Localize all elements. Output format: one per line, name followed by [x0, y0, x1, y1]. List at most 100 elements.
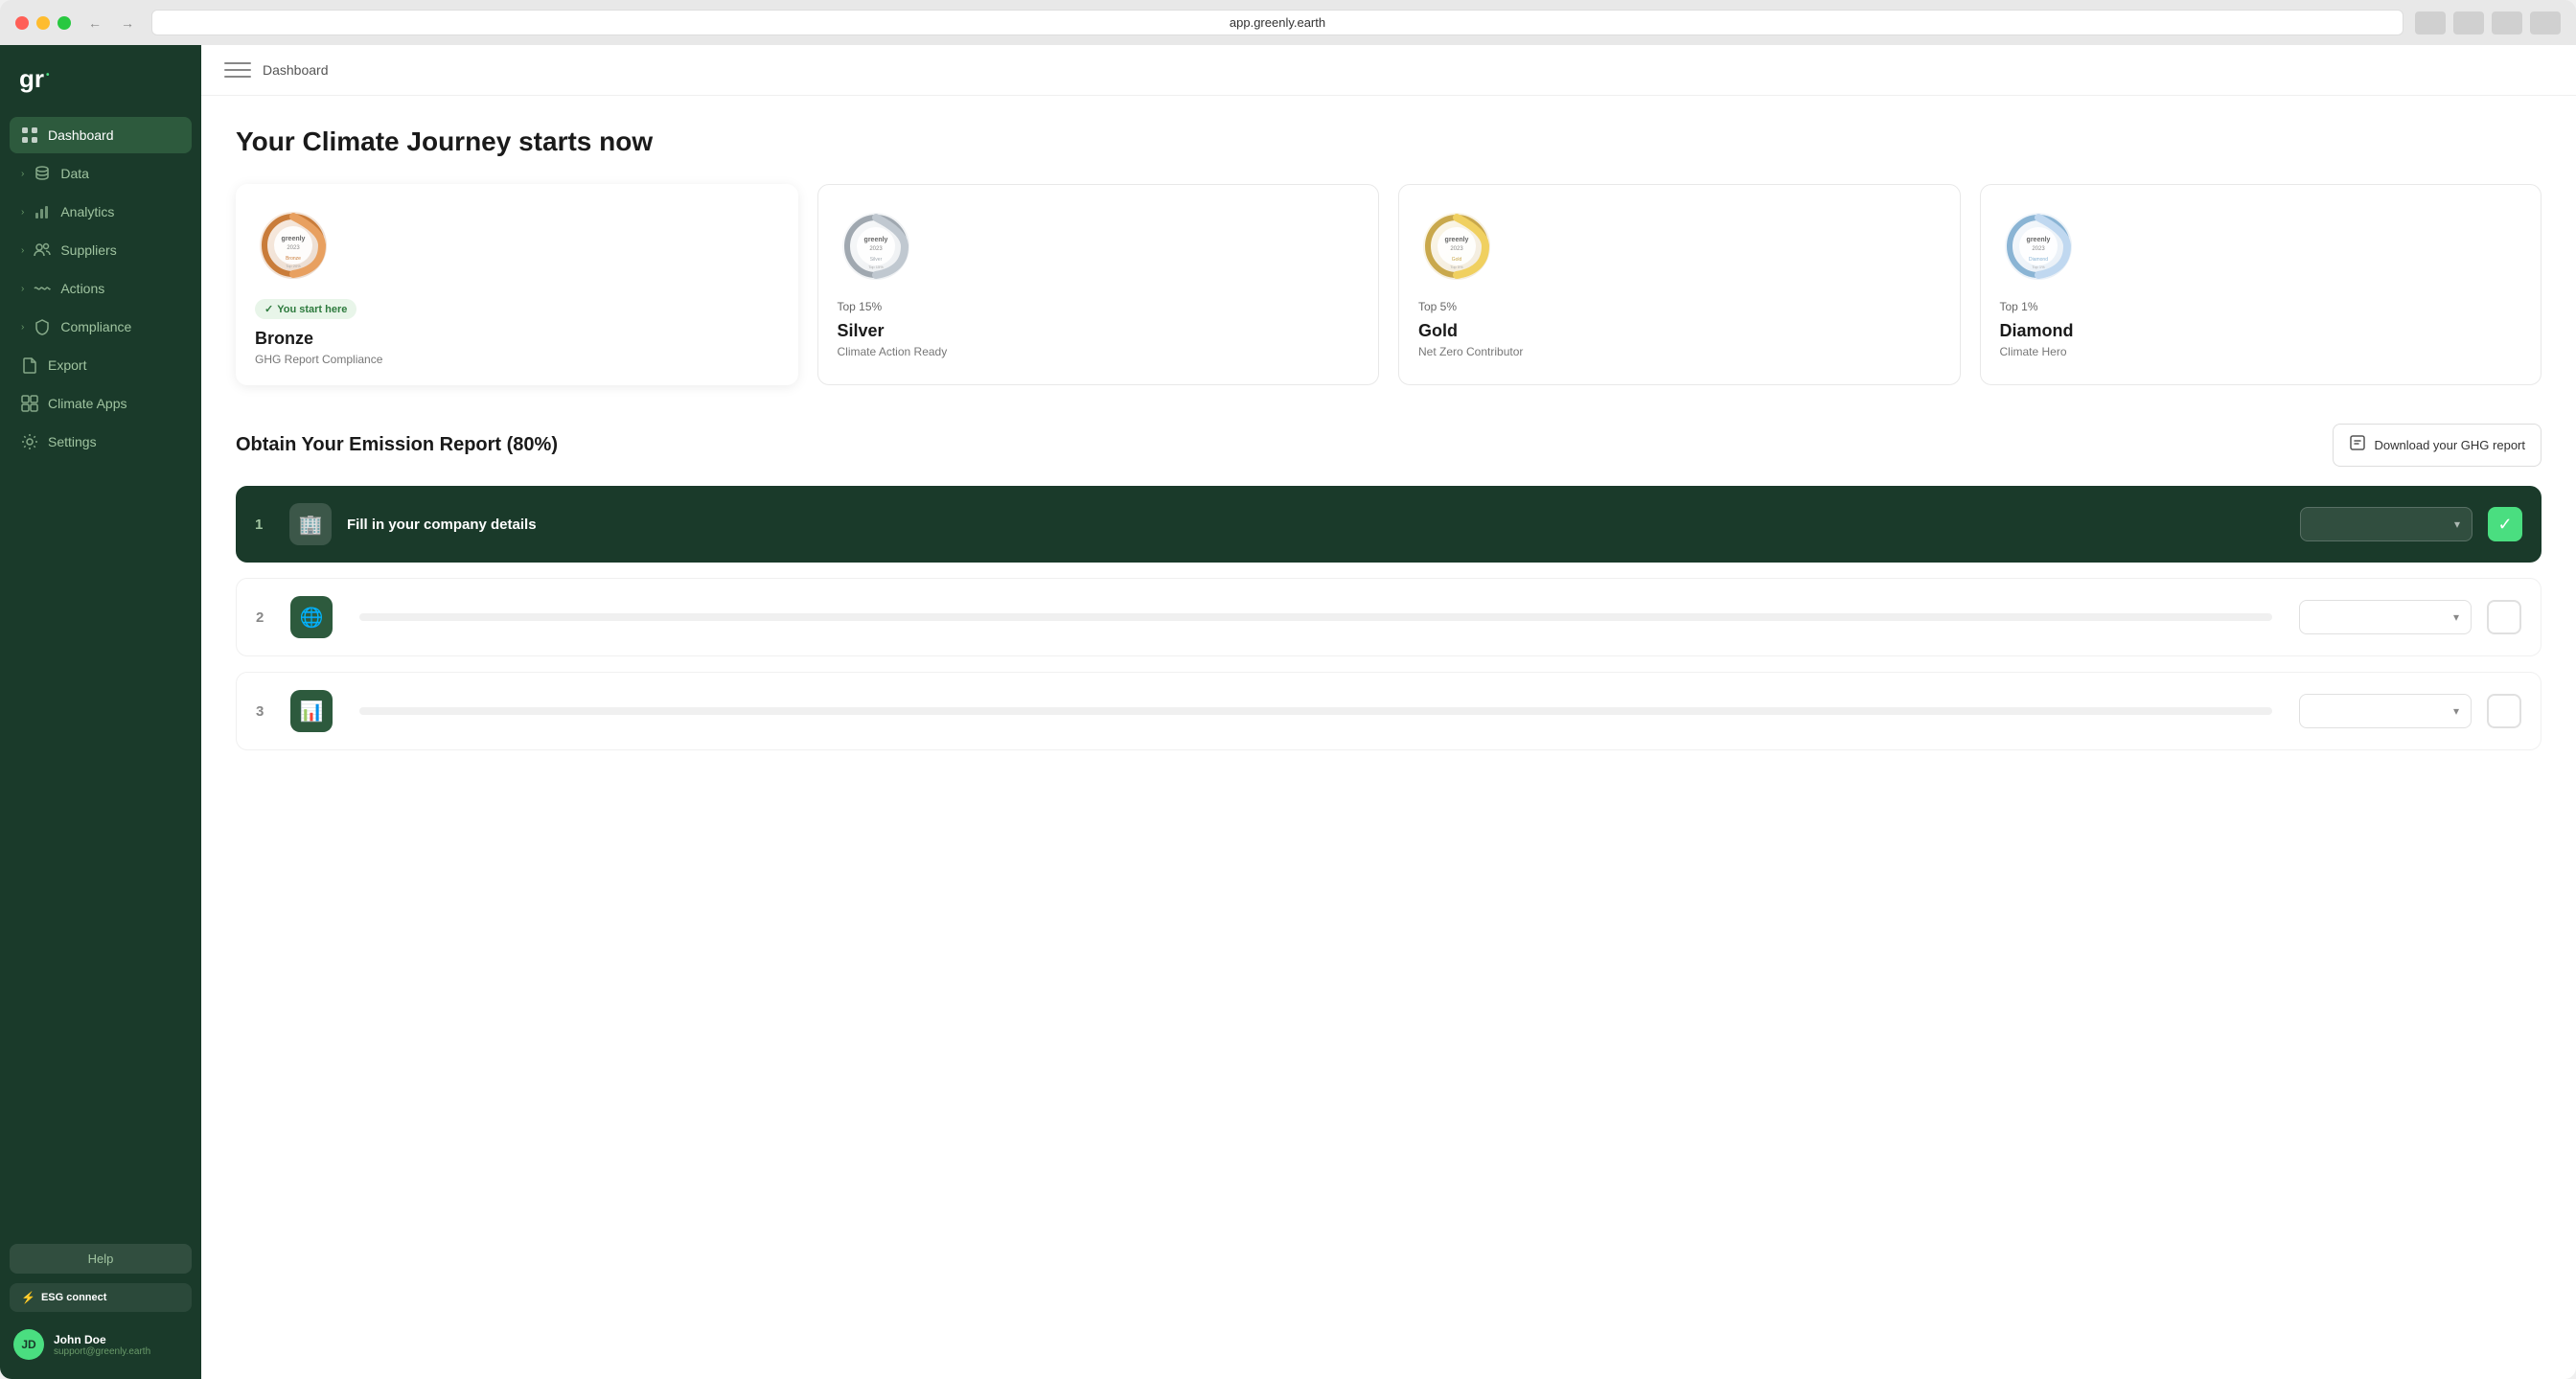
tier-description: Net Zero Contributor — [1418, 345, 1523, 358]
journey-cards: greenly 2023 Bronze Top 20% ✓ You start … — [236, 184, 2542, 385]
emission-title: Obtain Your Emission Report (80%) — [236, 434, 558, 456]
browser-action-1[interactable] — [2415, 11, 2446, 34]
close-button[interactable] — [15, 16, 29, 30]
download-ghg-report-button[interactable]: Download your GHG report — [2333, 424, 2542, 467]
user-name: John Doe — [54, 1333, 150, 1346]
nav-expand-icon: › — [21, 284, 24, 294]
browser-action-4[interactable] — [2530, 11, 2561, 34]
sidebar-item-data[interactable]: › Data — [10, 155, 192, 192]
step-label-bar — [359, 707, 2272, 715]
shield-icon — [34, 318, 51, 335]
step-2-dropdown[interactable]: ▾ — [2299, 600, 2472, 634]
sidebar-nav: Dashboard › Data › Ana — [0, 117, 201, 1232]
logo: gr• — [0, 45, 201, 117]
help-button[interactable]: Help — [10, 1244, 192, 1274]
people-icon — [34, 241, 51, 259]
back-button[interactable]: ← — [82, 13, 107, 33]
breadcrumb: Dashboard — [263, 62, 329, 78]
grid-icon — [21, 126, 38, 144]
tier-description: Climate Action Ready — [838, 345, 948, 358]
sidebar-item-analytics[interactable]: › Analytics — [10, 194, 192, 230]
esg-connect-banner[interactable]: ⚡ ESG connect — [10, 1283, 192, 1312]
maximize-button[interactable] — [58, 16, 71, 30]
chevron-down-icon: ▾ — [2453, 704, 2459, 718]
svg-text:Top 5%: Top 5% — [1450, 264, 1463, 269]
svg-text:2023: 2023 — [1450, 246, 1463, 252]
step-1-dropdown[interactable]: ▾ — [2300, 507, 2472, 541]
sidebar-item-dashboard[interactable]: Dashboard — [10, 117, 192, 153]
step-1-check: ✓ — [2488, 507, 2522, 541]
chevron-down-icon: ▾ — [2453, 610, 2459, 624]
chart-icon: 📊 — [300, 700, 324, 724]
medal-diamond: greenly 2023 Diamond Top 1% — [2000, 208, 2077, 285]
nav-expand-icon: › — [21, 245, 24, 256]
svg-text:Top 15%: Top 15% — [868, 264, 884, 269]
user-profile[interactable]: JD John Doe support@greenly.earth — [10, 1322, 192, 1368]
nav-arrows: ← → — [82, 13, 140, 33]
sidebar-item-export[interactable]: Export — [10, 347, 192, 383]
svg-text:Top 20%: Top 20% — [286, 264, 301, 268]
svg-text:greenly: greenly — [1445, 237, 1469, 243]
nav-expand-icon: › — [21, 207, 24, 218]
sidebar-item-settings[interactable]: Settings — [10, 424, 192, 460]
step-2-check — [2487, 600, 2521, 634]
sidebar-item-label: Actions — [60, 281, 104, 296]
minimize-button[interactable] — [36, 16, 50, 30]
app-container: gr• Dashboard › — [0, 45, 2576, 1379]
sidebar-item-label: Dashboard — [48, 127, 114, 143]
check-icon: ✓ — [264, 303, 273, 315]
step-label-bar — [359, 613, 2272, 621]
sidebar-item-label: Analytics — [60, 204, 114, 219]
tier-label: Silver — [838, 321, 885, 341]
esg-label: ESG connect — [41, 1292, 106, 1303]
browser-action-3[interactable] — [2492, 11, 2522, 34]
svg-text:greenly: greenly — [2026, 237, 2050, 243]
sidebar-item-label: Data — [60, 166, 89, 181]
svg-text:Gold: Gold — [1452, 257, 1462, 263]
step-icon-box: 📊 — [290, 690, 333, 732]
url-text: app.greenly.earth — [1230, 15, 1325, 30]
medal-bronze: greenly 2023 Bronze Top 20% — [255, 207, 332, 284]
sidebar-item-climate-apps[interactable]: Climate Apps — [10, 385, 192, 422]
forward-button[interactable]: → — [115, 13, 140, 33]
svg-text:2023: 2023 — [869, 246, 883, 252]
sidebar-item-compliance[interactable]: › Compliance — [10, 309, 192, 345]
step-number: 3 — [256, 703, 275, 720]
journey-card-diamond: greenly 2023 Diamond Top 1% Top 1% Diamo… — [1980, 184, 2542, 385]
sidebar-item-label: Suppliers — [60, 242, 116, 258]
sidebar-item-suppliers[interactable]: › Suppliers — [10, 232, 192, 268]
svg-text:2023: 2023 — [2032, 246, 2045, 252]
page-content: Your Climate Journey starts now — [201, 96, 2576, 781]
browser-action-2[interactable] — [2453, 11, 2484, 34]
svg-text:greenly: greenly — [863, 237, 887, 243]
sidebar-item-label: Settings — [48, 434, 97, 449]
user-email: support@greenly.earth — [54, 1346, 150, 1357]
globe-icon: 🌐 — [300, 606, 324, 630]
gear-icon — [21, 433, 38, 450]
step-2: 2 🌐 ▾ — [236, 578, 2542, 656]
step-3-check — [2487, 694, 2521, 728]
traffic-lights — [15, 16, 71, 30]
step-3-dropdown[interactable]: ▾ — [2299, 694, 2472, 728]
medal-silver: greenly 2023 Silver Top 15% — [838, 208, 914, 285]
medal-gold: greenly 2023 Gold Top 5% — [1418, 208, 1495, 285]
nav-expand-icon: › — [21, 169, 24, 179]
tier-label: Diamond — [2000, 321, 2074, 341]
step-number: 1 — [255, 517, 274, 533]
address-bar[interactable]: app.greenly.earth — [151, 10, 2404, 35]
step-label: Fill in your company details — [347, 517, 2285, 533]
chevron-down-icon: ▾ — [2454, 517, 2460, 531]
svg-text:Diamond: Diamond — [2028, 257, 2047, 263]
sidebar-item-label: Compliance — [60, 319, 131, 334]
sidebar-toggle-button[interactable] — [224, 60, 251, 80]
you-start-badge: ✓ You start here — [255, 299, 356, 319]
tier-description: GHG Report Compliance — [255, 353, 382, 366]
sidebar-item-label: Export — [48, 357, 86, 373]
company-icon: 🏢 — [299, 513, 323, 537]
steps-container: 1 🏢 Fill in your company details ▾ ✓ 2 — [236, 486, 2542, 750]
sidebar-bottom: Help ⚡ ESG connect JD John Doe support@g… — [0, 1232, 201, 1379]
logo-text: gr• — [19, 64, 182, 94]
svg-text:Silver: Silver — [869, 257, 882, 263]
sidebar-item-actions[interactable]: › Actions — [10, 270, 192, 307]
logo-dot: • — [46, 70, 50, 80]
